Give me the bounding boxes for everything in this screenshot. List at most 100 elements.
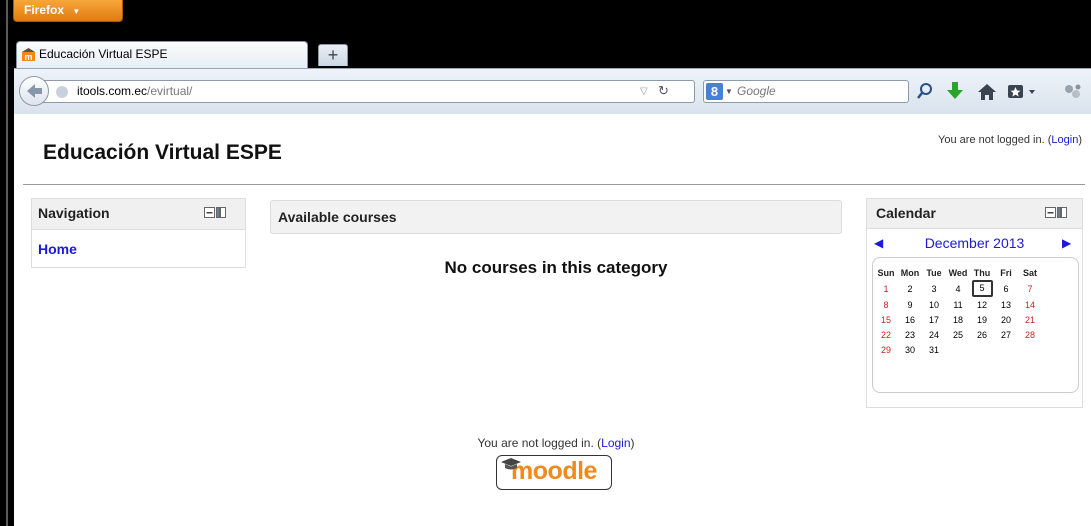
search-go-icon[interactable] (915, 81, 935, 101)
url-bar[interactable]: itools.com.ec/evirtual/ ▽ ↻ (34, 80, 695, 103)
calendar-block-header: Calendar (867, 199, 1082, 229)
calendar-day: 16 (904, 314, 915, 325)
calendar-day: 23 (904, 329, 915, 340)
weekday-header: Sat (1022, 267, 1037, 278)
google-search-engine-icon[interactable]: 8 (706, 83, 723, 100)
calendar-week-row: 29 30 31 (874, 342, 1042, 357)
bookmark-star-dropdown-icon[interactable]: ▽ (640, 81, 648, 102)
moodle-logo-text: moodle (511, 457, 597, 485)
available-courses-heading: Available courses (278, 209, 397, 225)
weekday-header: Mon (900, 267, 920, 278)
url-path: /evirtual/ (147, 84, 193, 98)
next-month-icon[interactable]: ▶ (1062, 236, 1071, 250)
firefox-menu-button[interactable]: Firefox ▼ (13, 0, 123, 22)
bookmarks-menu-icon[interactable] (1006, 82, 1040, 102)
site-identity-icon[interactable] (56, 86, 68, 98)
calendar-day: 11 (953, 299, 963, 310)
calendar-day: 28 (1024, 329, 1035, 340)
graduation-cap-icon (501, 458, 521, 470)
calendar-block-title: Calendar (876, 205, 936, 221)
home-icon[interactable] (976, 81, 998, 103)
tab-title: Educación Virtual ESPE (39, 47, 168, 61)
calendar-day: 7 (1027, 283, 1033, 294)
calendar-week-row: 1 2 3 4 5 6 7 (874, 280, 1042, 297)
firefox-button-label: Firefox (24, 3, 65, 17)
calendar-day: 6 (1003, 283, 1009, 294)
calendar-block: Calendar ◀ December 2013 ▶ Sun Mon Tue W… (866, 198, 1083, 408)
calendar-day (970, 342, 994, 357)
moodle-logo[interactable]: moodle (496, 455, 612, 490)
calendar-day: 18 (952, 314, 963, 325)
calendar-day: 30 (904, 344, 915, 355)
login-info-close: ) (1078, 134, 1082, 146)
moodle-favicon-icon: m (22, 48, 35, 61)
header-divider (23, 184, 1085, 185)
calendar-week-row: 22 23 24 25 26 27 28 (874, 327, 1042, 342)
footer-login-text: You are not logged in. ( (477, 436, 602, 450)
back-arrow-icon (27, 84, 42, 98)
calendar-day: 20 (1000, 314, 1011, 325)
calendar-day: 10 (928, 299, 939, 310)
header-login-info: You are not logged in. (Login) (938, 134, 1082, 146)
weekday-header: Tue (926, 267, 942, 278)
calendar-day: 19 (976, 314, 987, 325)
calendar-day: 1 (883, 283, 889, 294)
calendar-day (946, 342, 970, 357)
calendar-day: 13 (1000, 299, 1011, 310)
login-info-text: You are not logged in. ( (938, 134, 1052, 146)
calendar-table: Sun Mon Tue Wed Thu Fri Sat 1 2 3 4 5 6 … (874, 265, 1042, 357)
calendar-day: 26 (976, 329, 987, 340)
calendar-day: 17 (928, 314, 939, 325)
calendar-day: 2 (907, 283, 913, 294)
calendar-day: 8 (883, 299, 889, 310)
footer-login-info: You are not logged in. (Login) (270, 436, 842, 450)
calendar-day: 31 (928, 344, 939, 355)
browser-tab[interactable]: m Educación Virtual ESPE (16, 41, 308, 68)
calendar-day: 9 (907, 299, 913, 310)
navigation-home-link[interactable]: Home (38, 241, 77, 257)
weekday-header: Sun (877, 267, 895, 278)
calendar-day: 3 (931, 283, 937, 294)
calendar-day: 24 (928, 329, 939, 340)
calendar-day (994, 342, 1018, 357)
addon-icon[interactable] (1063, 83, 1083, 101)
engine-dropdown-icon[interactable]: ▼ (725, 81, 733, 102)
no-courses-message: No courses in this category (444, 258, 668, 277)
window-edge (6, 0, 8, 526)
calendar-day: 25 (952, 329, 963, 340)
header-login-link[interactable]: Login (1051, 134, 1078, 146)
back-button[interactable] (19, 76, 49, 106)
available-courses-header: Available courses (270, 200, 842, 234)
weekday-header: Wed (948, 267, 968, 278)
calendar-day: 14 (1024, 299, 1035, 310)
calendar-day (1018, 342, 1042, 357)
dock-block-icon[interactable] (1045, 207, 1067, 219)
navigation-block-title: Navigation (38, 205, 110, 221)
footer-login-link[interactable]: Login (601, 436, 630, 450)
site-title: Educación Virtual ESPE (43, 141, 282, 164)
weekday-header: Fri (1000, 267, 1012, 278)
calendar-week-row: 8 9 10 11 12 13 14 (874, 297, 1042, 312)
downloads-icon[interactable] (944, 80, 966, 102)
url-host: itools.com.ec (77, 84, 148, 98)
new-tab-button[interactable]: + (318, 44, 348, 66)
footer-login-close: ) (630, 436, 635, 450)
reload-icon[interactable]: ↻ (658, 80, 669, 101)
calendar-day: 22 (880, 329, 891, 340)
search-bar[interactable]: 8 ▼ Google (703, 80, 909, 103)
calendar-month-title[interactable]: December 2013 (867, 235, 1082, 251)
page-content: Educación Virtual ESPE You are not logge… (14, 114, 1091, 526)
dock-block-icon[interactable] (204, 207, 226, 219)
window-titlebar (0, 0, 1091, 36)
search-placeholder: Google (737, 84, 776, 98)
dropdown-arrow-icon: ▼ (72, 7, 81, 16)
calendar-day: 4 (955, 283, 961, 294)
calendar-day: 15 (880, 314, 891, 325)
navigation-block-header: Navigation (32, 199, 245, 230)
calendar-day: 27 (1000, 329, 1011, 340)
calendar-day-today: 5 (970, 280, 994, 297)
calendar-day: 12 (976, 299, 987, 310)
today-marker: 5 (971, 280, 993, 297)
calendar-week-row: 15 16 17 18 19 20 21 (874, 312, 1042, 327)
navigation-block: Navigation Home (31, 198, 246, 268)
